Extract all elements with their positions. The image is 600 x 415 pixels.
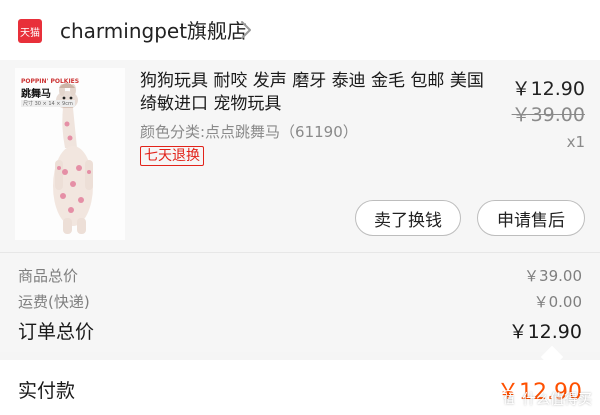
chevron-right-icon[interactable] <box>240 20 252 40</box>
product-thumbnail[interactable]: POPPIN' POLKIES 跳舞马 尺寸 30 × 14 × 9cm <box>15 68 125 240</box>
product-original-price: ￥39.00 <box>511 104 585 126</box>
shipping-value: ￥0.00 <box>533 293 582 311</box>
tmall-logo: 天猫 <box>18 19 42 43</box>
goods-total-label: 商品总价 <box>18 267 79 285</box>
product-price: ￥12.90 <box>511 78 585 100</box>
shipping-label: 运费(快递) <box>18 293 90 311</box>
goods-total-row: 商品总价 ￥39.00 <box>18 265 582 286</box>
shop-name[interactable]: charmingpet旗舰店 <box>60 15 247 44</box>
return-policy-tag: 七天退换 <box>140 146 204 166</box>
order-item-card[interactable]: POPPIN' POLKIES 跳舞马 尺寸 30 × 14 × 9cm 狗狗玩… <box>0 60 600 252</box>
watermark-text: 什么值得买 <box>522 392 592 408</box>
order-total-label: 订单总价 <box>18 321 95 343</box>
order-total-row: 订单总价 ￥12.90 <box>18 317 582 344</box>
product-spec: 颜色分类:点点跳舞马（61190） <box>140 123 358 141</box>
watermark: 值 什么值得买 <box>500 389 592 409</box>
resell-button[interactable]: 卖了换钱 <box>355 200 461 236</box>
shipping-row: 运费(快递) ￥0.00 <box>18 291 582 312</box>
order-summary: 商品总价 ￥39.00 运费(快递) ￥0.00 订单总价 ￥12.90 <box>0 252 600 369</box>
product-title[interactable]: 狗狗玩具 耐咬 发声 磨牙 泰迪 金毛 包邮 美国绮敏进口 宠物玩具 <box>140 70 490 116</box>
thumbnail-brand: POPPIN' POLKIES <box>21 78 80 85</box>
thumbnail-product-name: 跳舞马 <box>21 89 51 100</box>
product-quantity: x1 <box>566 133 585 151</box>
order-total-value: ￥12.90 <box>508 321 582 343</box>
watermark-icon: 值 <box>500 390 518 408</box>
after-sale-button[interactable]: 申请售后 <box>477 200 585 236</box>
payment-label: 实付款 <box>18 380 76 402</box>
thumbnail-size: 尺寸 30 × 14 × 9cm <box>21 100 75 107</box>
goods-total-value: ￥39.00 <box>524 267 582 285</box>
shop-header[interactable]: 天猫 charmingpet旗舰店 <box>0 0 600 60</box>
